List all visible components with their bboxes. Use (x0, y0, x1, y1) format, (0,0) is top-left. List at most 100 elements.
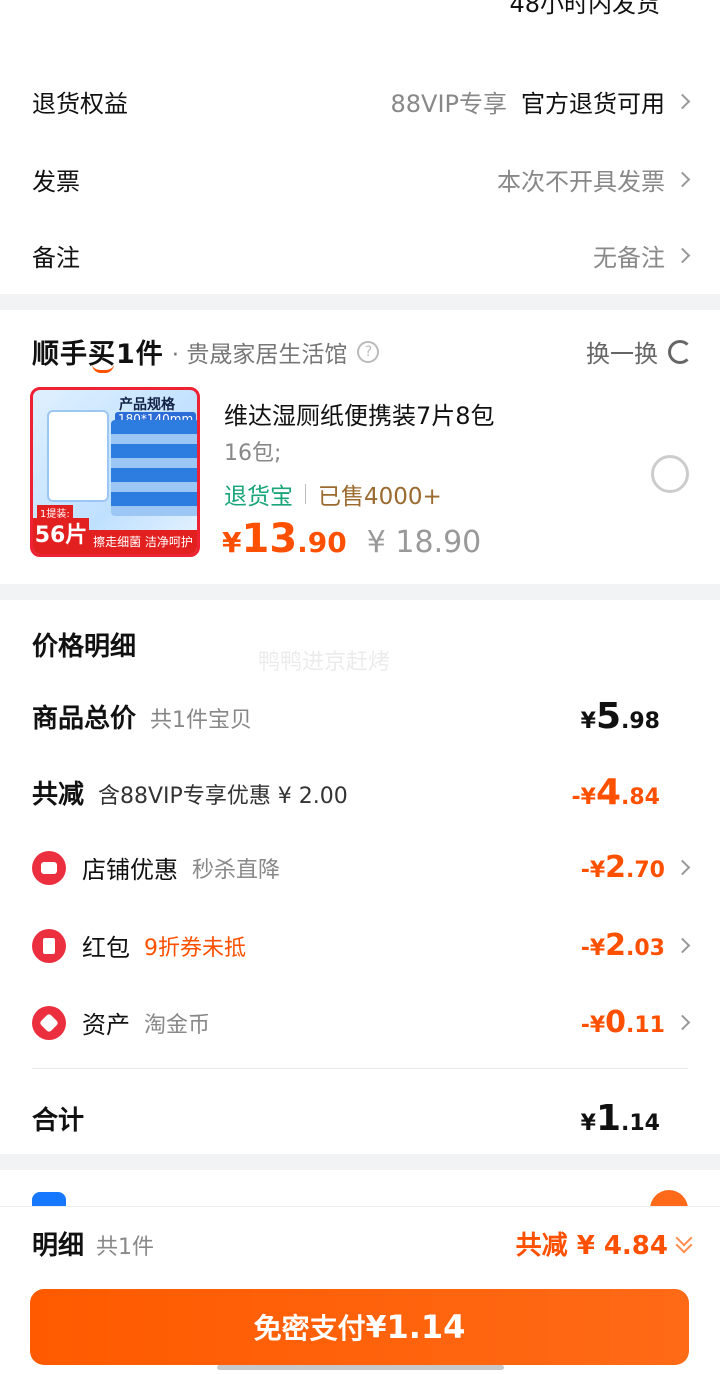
shop-discount-amount: -¥ 2 .70 (581, 850, 665, 885)
red-packet-right: -¥ 2 .03 (581, 928, 691, 963)
shop-discount-left: 店铺优惠 秒杀直降 (32, 850, 280, 885)
amount-decimal: .70 (626, 858, 665, 883)
invoice-label: 发票 (32, 168, 80, 196)
return-rights-value-group: 88VIP专享 官方退货可用 (390, 84, 691, 119)
remark-row[interactable]: 备注 无备注 (32, 238, 691, 273)
price-currency: ¥ (222, 526, 242, 559)
amount-decimal: .14 (621, 1111, 660, 1136)
shop-discount-sub: 秒杀直降 (192, 857, 281, 883)
chevron-right-icon (674, 171, 691, 188)
remark-value: 无备注 (593, 244, 665, 272)
red-packet-left: 红包 9折券未抵 (32, 928, 246, 963)
coin-tag-icon (32, 1005, 66, 1040)
pay-button[interactable]: 免密支付 ¥ 1.14 (30, 1289, 689, 1365)
tag-divider (305, 484, 306, 504)
select-radio[interactable] (651, 455, 689, 493)
amount-integer: 5 (595, 696, 622, 737)
currency: -¥ (580, 936, 606, 961)
top-partial-text: 48小时内发货 (509, 0, 660, 18)
remark-label: 备注 (32, 244, 80, 272)
divider (32, 1068, 688, 1069)
product-image-banner: 擦走细菌 洁净呵护 (89, 530, 197, 554)
goods-total-amount: ¥ 5 .98 (581, 696, 660, 737)
vip-hint: 88VIP专享 (390, 90, 507, 118)
return-rights-row[interactable]: 退货权益 88VIP专享 官方退货可用 (32, 84, 691, 119)
pay-button-amount: 1.14 (386, 1308, 466, 1346)
total-reduce-sub: 含88VIP专享优惠 ¥ 2.00 (98, 784, 348, 809)
red-packet-icon (32, 928, 66, 963)
addon-title: 顺手买1件 (32, 332, 164, 373)
sold-count: 已售4000+ (318, 484, 442, 510)
sum-amount: ¥ 1 .14 (581, 1098, 660, 1139)
checkout-footer: 明细 共1件 共减 ¥ 4.84 免密支付 ¥ 1.14 (0, 1206, 720, 1374)
amount-decimal: .84 (621, 785, 660, 810)
goods-total-left: 商品总价 共1件宝贝 (32, 698, 252, 735)
invoice-row[interactable]: 发票 本次不开具发票 (32, 162, 691, 197)
product-pack-graphic (47, 410, 109, 502)
original-price: ¥ 18.90 (366, 525, 482, 560)
addon-shop-name[interactable]: · 贵晟家居生活馆 (172, 335, 348, 369)
detail-summary[interactable]: 明细 共1件 (32, 1225, 154, 1262)
product-image[interactable]: 产品规格 180*140mm 1提装: 56片 擦走细菌 洁净呵护 (30, 387, 200, 557)
remark-value-group: 无备注 (593, 238, 691, 273)
red-packet-amount: -¥ 2 .03 (581, 928, 665, 963)
swap-button[interactable]: 换一换 (586, 334, 692, 369)
total-reduce-row: 共减 含88VIP专享优惠 ¥ 2.00 -¥ 4 .84 (32, 772, 688, 813)
price-decimal: .90 (297, 526, 347, 559)
shop-discount-label: 店铺优惠 (82, 856, 178, 884)
currency: -¥ (580, 858, 606, 883)
addon-header: 顺手买1件 · 贵晟家居生活馆 ? (32, 332, 380, 373)
red-packet-label: 红包 (82, 934, 130, 962)
product-price: ¥ 13 .90 ¥ 18.90 (222, 516, 481, 562)
detail-count: 共1件 (96, 1235, 155, 1260)
chevron-right-icon (674, 93, 691, 110)
assets-amount: -¥ 0 .11 (581, 1005, 665, 1040)
watermark-text: 鸭鸭进京赶烤 (258, 650, 391, 675)
double-chevron-down-icon (675, 1229, 693, 1253)
shop-icon (32, 850, 66, 885)
total-reduce-left: 共减 含88VIP专享优惠 ¥ 2.00 (32, 774, 348, 811)
currency: ¥ (580, 1111, 596, 1136)
assets-row[interactable]: 资产 淘金币 -¥ 0 .11 (32, 1005, 691, 1040)
product-tags: 退货宝 已售4000+ (224, 477, 442, 511)
chevron-right-icon (674, 1014, 691, 1031)
amount-decimal: .03 (626, 936, 665, 961)
return-rights-label: 退货权益 (32, 90, 128, 118)
chevron-right-icon (674, 247, 691, 264)
addon-card: 顺手买1件 · 贵晟家居生活馆 ? 换一换 产品规格 180*140mm 1提装… (0, 310, 720, 584)
question-circle-icon[interactable]: ? (357, 340, 380, 363)
currency: -¥ (571, 785, 596, 810)
goods-total-label: 商品总价 (32, 704, 137, 734)
goods-total-sub: 共1件宝贝 (150, 708, 253, 733)
assets-left: 资产 淘金币 (32, 1005, 210, 1040)
price-detail-card: 价格明细 鸭鸭进京赶烤 商品总价 共1件宝贝 ¥ 5 .98 共减 含88VIP… (0, 600, 720, 1154)
goods-total-row: 商品总价 共1件宝贝 ¥ 5 .98 (32, 696, 688, 737)
amount-integer: 2 (605, 928, 627, 963)
assets-sub: 淘金币 (144, 1012, 211, 1038)
reduce-summary[interactable]: 共减 ¥ 4.84 (516, 1225, 693, 1262)
amount-decimal: .98 (621, 709, 660, 734)
red-packet-row[interactable]: 红包 9折券未抵 -¥ 2 .03 (32, 928, 691, 963)
product-image-spec: 产品规格 (119, 397, 175, 413)
amount-integer: 0 (605, 1005, 627, 1040)
amount-integer: 1 (595, 1098, 622, 1139)
home-indicator (217, 1365, 504, 1370)
detail-title: 明细 (32, 1231, 85, 1261)
invoice-value-group: 本次不开具发票 (497, 162, 691, 197)
pay-button-label: 免密支付 (253, 1312, 366, 1345)
assets-right: -¥ 0 .11 (581, 1005, 691, 1040)
amount-integer: 2 (605, 850, 627, 885)
chevron-right-icon (674, 937, 691, 954)
product-name[interactable]: 维达湿厕纸便携装7片8包 (224, 396, 495, 431)
shop-discount-row[interactable]: 店铺优惠 秒杀直降 -¥ 2 .70 (32, 850, 691, 885)
total-reduce-label: 共减 (32, 780, 85, 810)
swap-label: 换一换 (586, 340, 658, 368)
red-packet-sub: 9折券未抵 (144, 935, 246, 961)
return-rights-value: 官方退货可用 (521, 90, 665, 118)
amount-decimal: .11 (626, 1013, 665, 1038)
product-sku: 16包; (224, 441, 282, 466)
sum-label: 合计 (32, 1106, 85, 1136)
invoice-value: 本次不开具发票 (497, 168, 665, 196)
product-image-count: 56片 (33, 518, 89, 554)
chevron-right-icon (674, 859, 691, 876)
